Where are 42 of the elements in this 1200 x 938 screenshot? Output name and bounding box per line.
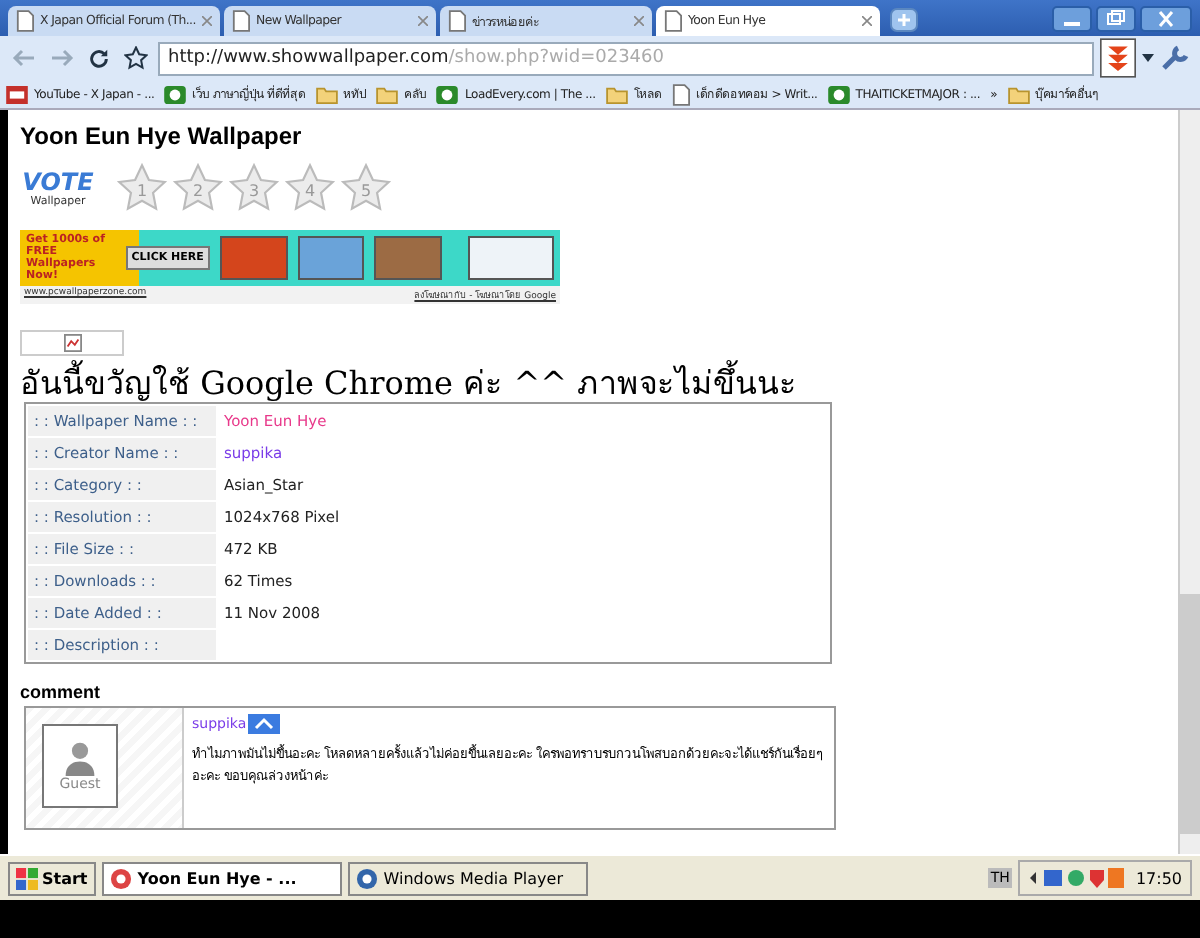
app-icon bbox=[109, 867, 132, 889]
scrollbar[interactable] bbox=[1178, 110, 1200, 854]
page-icon bbox=[232, 10, 250, 32]
new-tab-icon[interactable] bbox=[890, 8, 918, 32]
wallpaper-thumbnail bbox=[219, 236, 288, 280]
clock: 17:50 bbox=[1135, 869, 1182, 887]
wrench-icon[interactable] bbox=[1160, 44, 1192, 72]
address-bar[interactable]: http://www.showwallpaper.com/show.php?wid=023460 bbox=[158, 41, 1094, 75]
page-icon bbox=[664, 10, 682, 32]
monitor-drawing bbox=[467, 236, 554, 280]
restore-icon[interactable] bbox=[1096, 5, 1136, 31]
reload-icon[interactable] bbox=[88, 47, 110, 69]
close-icon[interactable] bbox=[1140, 5, 1192, 31]
close-icon[interactable] bbox=[862, 16, 872, 26]
tray-icons[interactable] bbox=[1027, 866, 1124, 890]
notice-text: อันนี้ขวัญใช้ Google Chrome ค่ะ ^^ ภาพจะไม่ขึ้นนะ bbox=[20, 364, 800, 403]
video-site-icon bbox=[6, 85, 28, 103]
windows-flag-icon bbox=[16, 867, 38, 889]
taskbar-button[interactable]: Windows Media Player bbox=[347, 861, 588, 895]
site-icon bbox=[164, 85, 187, 103]
folder-icon bbox=[376, 85, 399, 103]
caret-down-icon[interactable] bbox=[1142, 54, 1154, 62]
folder-icon bbox=[1007, 85, 1030, 103]
page-title: Yoon Eun Hye Wallpaper bbox=[20, 122, 304, 150]
user-silhouette-icon bbox=[62, 740, 98, 777]
broken-image-icon bbox=[63, 334, 81, 352]
site-icon bbox=[827, 85, 850, 103]
caret-up-icon[interactable] bbox=[248, 714, 281, 735]
wallpaper-thumbnail bbox=[374, 236, 442, 280]
page-icon bbox=[16, 10, 34, 32]
wallpaper-thumbnail bbox=[297, 236, 365, 280]
folder-icon bbox=[315, 85, 338, 103]
comment-heading: comment bbox=[20, 682, 103, 703]
app-icon bbox=[355, 867, 378, 889]
minimize-icon[interactable] bbox=[1052, 5, 1092, 31]
start-button[interactable]: Start bbox=[8, 861, 96, 895]
page-icon bbox=[672, 83, 691, 105]
star-icon[interactable] bbox=[124, 46, 148, 70]
taskbar-button[interactable]: Yoon Eun Hye - ... bbox=[101, 861, 342, 895]
page-icon bbox=[448, 10, 466, 32]
folder-icon bbox=[605, 85, 628, 103]
site-icon bbox=[436, 85, 459, 103]
